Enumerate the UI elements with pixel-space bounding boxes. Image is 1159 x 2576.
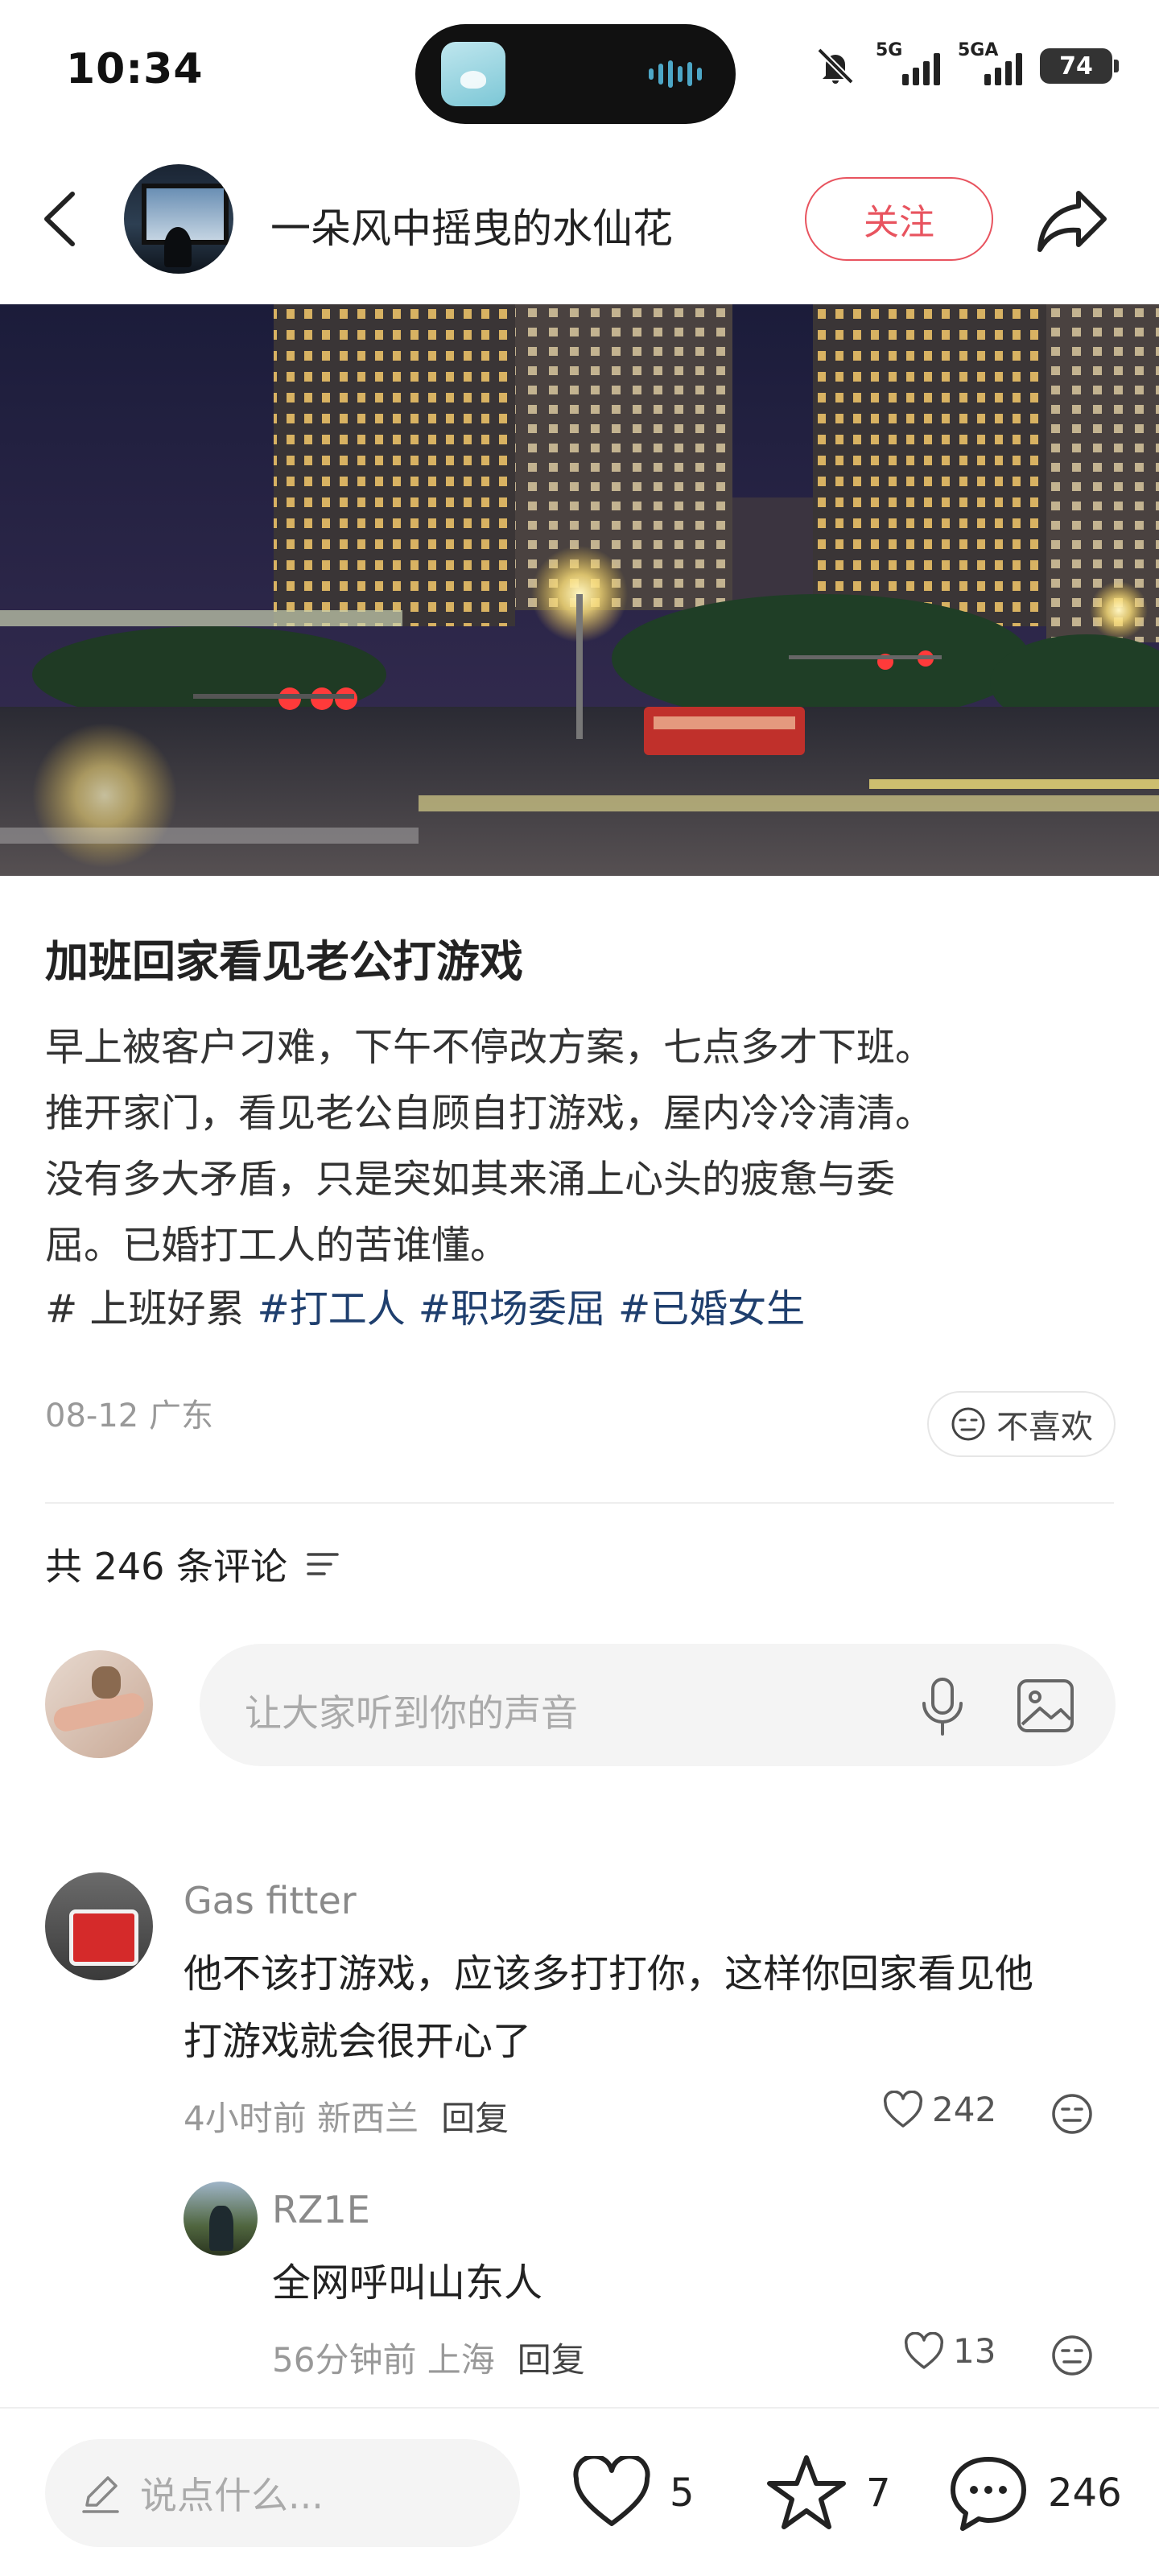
comment-like-count: 13 <box>953 2331 996 2371</box>
follow-button[interactable]: 关注 <box>805 177 993 261</box>
tag-link[interactable]: #打工人 <box>257 1286 405 1331</box>
post-photo[interactable] <box>0 304 1159 876</box>
say-placeholder: 说点什么... <box>140 2474 324 2517</box>
microphone-icon[interactable] <box>914 1674 971 1739</box>
favorite-button[interactable]: 7 <box>765 2449 891 2537</box>
favorite-count: 7 <box>866 2471 891 2516</box>
post-content-line: 屈。已婚打工人的苦谁懂。 <box>45 1223 509 1268</box>
comment-meta: 4小时前 新西兰 回复 <box>184 2091 509 2140</box>
comment-input-placeholder: 让大家听到你的声音 <box>245 1691 578 1735</box>
tag-link[interactable]: #已婚女生 <box>618 1286 805 1331</box>
commenter-name[interactable]: RZ1E <box>272 2188 370 2231</box>
commenter-name[interactable]: Gas fitter <box>184 1879 357 1922</box>
sort-icon[interactable] <box>305 1548 340 1580</box>
neutral-face-icon[interactable] <box>1050 2091 1095 2136</box>
comment-meta: 56分钟前 上海 回复 <box>272 2333 585 2382</box>
tag-link[interactable]: #职场委屈 <box>419 1286 605 1331</box>
dislike-label: 不喜欢 <box>996 1409 1093 1446</box>
signal-5g-icon: 5G <box>876 40 940 89</box>
share-button[interactable] <box>1033 184 1111 256</box>
dynamic-island[interactable] <box>415 24 736 124</box>
night-street-image <box>0 304 1159 876</box>
mute-icon <box>817 47 854 85</box>
comment-time-location: 4小时前 新西兰 <box>184 2099 419 2138</box>
my-avatar[interactable] <box>45 1650 153 1758</box>
bottom-divider <box>0 2407 1159 2409</box>
status-bar: 10:34 5G 5GA 74 <box>0 0 1159 145</box>
music-app-icon <box>441 42 505 106</box>
comment-count-bottom: 246 <box>1048 2471 1122 2516</box>
neutral-face-icon <box>951 1407 985 1441</box>
comment-like-button[interactable]: 13 <box>903 2331 996 2371</box>
comment-text[interactable]: 他不该打游戏，应该多打打你，这样你回家看见他 打游戏就会很开心了 <box>184 1940 1033 2075</box>
author-avatar[interactable] <box>124 164 233 274</box>
author-name[interactable]: 一朵风中摇曳的水仙花 <box>270 196 673 254</box>
signal-label: 5G <box>876 40 903 60</box>
post-date-location: 08-12 广东 <box>45 1397 213 1435</box>
heart-icon <box>573 2456 650 2526</box>
status-time: 10:34 <box>66 45 204 93</box>
dislike-button[interactable]: 不喜欢 <box>927 1391 1116 1457</box>
comment-count[interactable]: 共 246 条评论 <box>45 1538 340 1591</box>
reply-button[interactable]: 回复 <box>441 2099 509 2138</box>
commenter-avatar[interactable] <box>184 2182 258 2256</box>
divider <box>45 1502 1114 1504</box>
share-icon <box>1037 191 1107 252</box>
post-content-line: 没有多大矛盾，只是突如其来涌上心头的疲惫与委 <box>45 1157 896 1202</box>
comment-text-line: 打游戏就会很开心了 <box>184 2019 532 2064</box>
comment-time-location: 56分钟前 上海 <box>272 2340 495 2380</box>
post-content: 早上被客户刁难，下午不停改方案，七点多才下班。 推开家门，看见老公自顾自打游戏，… <box>45 1014 1124 1278</box>
reply-button[interactable]: 回复 <box>518 2340 585 2380</box>
back-button[interactable] <box>40 187 89 251</box>
commenter-avatar[interactable] <box>45 1872 153 1980</box>
comment-count-label: 共 246 条评论 <box>45 1545 288 1588</box>
neutral-face-icon[interactable] <box>1050 2333 1095 2378</box>
post-content-line: 早上被客户刁难，下午不停改方案，七点多才下班。 <box>45 1025 934 1070</box>
comment-input[interactable]: 让大家听到你的声音 <box>200 1644 1116 1766</box>
audio-wave-icon <box>649 60 705 89</box>
comment-bubble-icon <box>951 2457 1026 2531</box>
post-tags: # 上班好累 #打工人 #职场委屈 #已婚女生 <box>45 1277 805 1333</box>
like-count: 5 <box>670 2471 695 2516</box>
comment-like-button[interactable]: 242 <box>882 2090 996 2129</box>
image-icon[interactable] <box>1014 1674 1077 1737</box>
comment-like-count: 242 <box>932 2090 997 2129</box>
star-icon <box>767 2455 846 2529</box>
pencil-icon <box>82 2476 119 2513</box>
signal-5ga-icon: 5GA <box>958 40 1022 89</box>
post-content-line: 推开家门，看见老公自顾自打游戏，屋内冷冷清清。 <box>45 1091 934 1136</box>
comment-text[interactable]: 全网呼叫山东人 <box>272 2249 542 2317</box>
tag-first[interactable]: # 上班好累 <box>45 1286 244 1331</box>
comment-text-line: 全网呼叫山东人 <box>272 2260 543 2306</box>
battery-icon: 74 <box>1040 48 1119 84</box>
post-title: 加班回家看见老公打游戏 <box>45 936 523 987</box>
post-header: 一朵风中摇曳的水仙花 关注 <box>0 145 1159 298</box>
comment-button[interactable]: 246 <box>947 2449 1122 2537</box>
heart-icon <box>904 2331 944 2369</box>
heart-icon <box>883 2090 923 2128</box>
say-something-input[interactable]: 说点什么... <box>45 2439 520 2547</box>
like-button[interactable]: 5 <box>571 2449 695 2537</box>
status-icons: 5G 5GA 74 <box>813 40 1119 92</box>
chevron-left-icon <box>44 192 75 246</box>
comment-text-line: 他不该打游戏，应该多打打你，这样你回家看见他 <box>184 1951 1034 1996</box>
